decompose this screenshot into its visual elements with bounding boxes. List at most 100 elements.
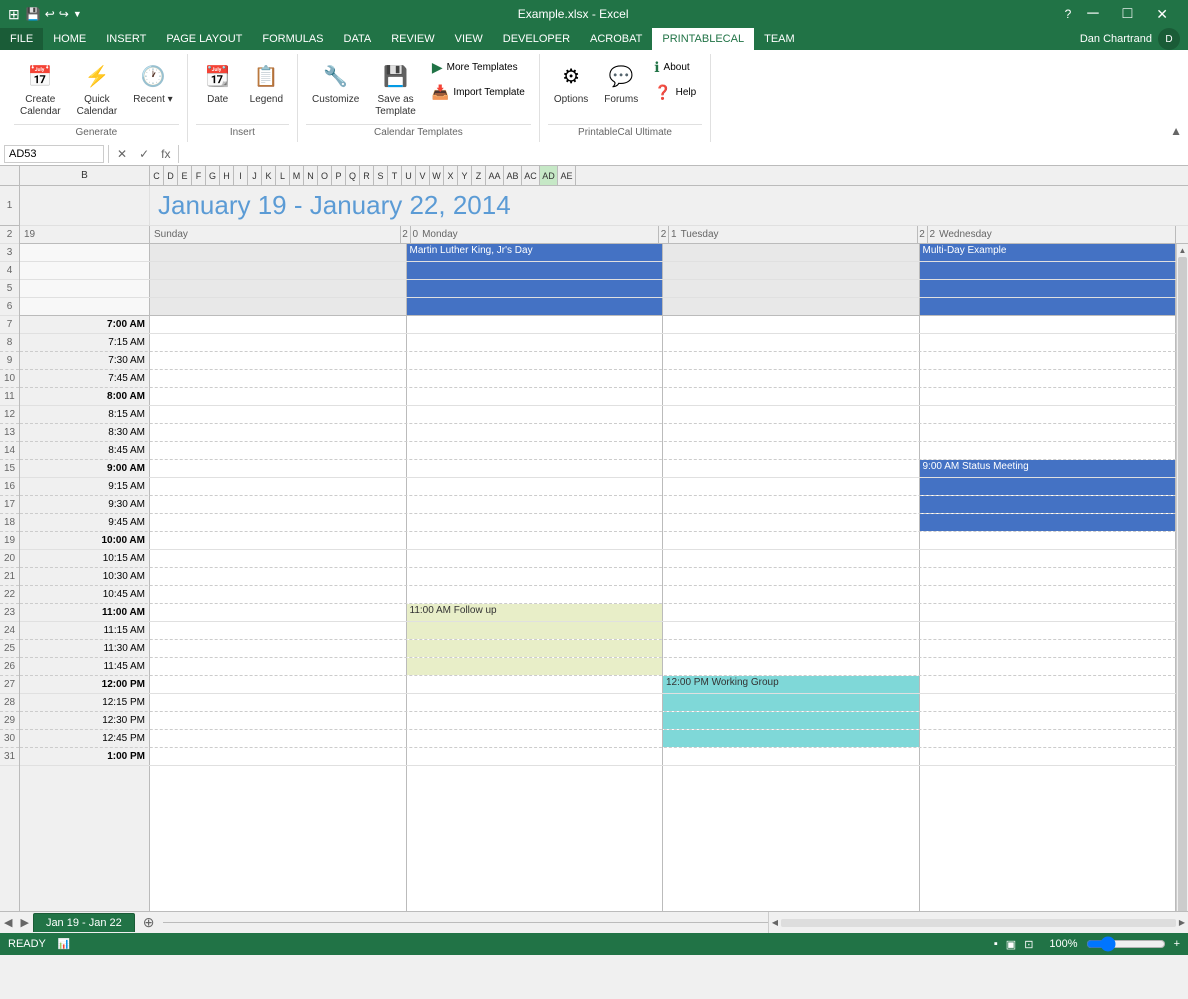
col-header-q[interactable]: Q <box>346 166 360 185</box>
save-as-template-button[interactable]: 💾 Save asTemplate <box>369 56 422 122</box>
tab-printablecal[interactable]: PRINTABLECAL <box>652 28 754 50</box>
col-header-f[interactable]: F <box>192 166 206 185</box>
title-row-spacer <box>20 186 150 225</box>
vertical-scrollbar[interactable]: ▲ ▼ <box>1176 244 1188 955</box>
more-templates-icon: ▶ <box>432 59 443 76</box>
col-header-c[interactable]: C <box>150 166 164 185</box>
zoom-slider[interactable] <box>1086 936 1166 952</box>
add-sheet-button[interactable]: ⊕ <box>135 912 163 933</box>
tab-acrobat[interactable]: ACROBAT <box>580 28 652 50</box>
col-header-o[interactable]: O <box>318 166 332 185</box>
tab-team[interactable]: TEAM <box>754 28 805 50</box>
tab-data[interactable]: DATA <box>334 28 382 50</box>
col-header-g[interactable]: G <box>206 166 220 185</box>
col-header-x[interactable]: X <box>444 166 458 185</box>
mon-cell-3-event[interactable]: Martin Luther King, Jr's Day <box>407 244 664 261</box>
scroll-up-button[interactable]: ▲ <box>1177 244 1188 256</box>
col-header-ab[interactable]: AB <box>504 166 522 185</box>
col-header-w[interactable]: W <box>430 166 444 185</box>
col-header-y[interactable]: Y <box>458 166 472 185</box>
zoom-in-button[interactable]: + <box>1174 938 1180 950</box>
scroll-thumb[interactable] <box>1178 257 1187 942</box>
sheet-tab-jan19-22[interactable]: Jan 19 - Jan 22 <box>33 913 135 932</box>
import-template-button[interactable]: 📥 Import Template <box>426 81 531 104</box>
tue-cell-8 <box>663 334 920 351</box>
col-header-r[interactable]: R <box>360 166 374 185</box>
tue-cell-12 <box>663 406 920 423</box>
tab-formulas[interactable]: FORMULAS <box>252 28 333 50</box>
col-header-k[interactable]: K <box>262 166 276 185</box>
scroll-left-button[interactable]: ◀ <box>769 917 781 929</box>
formula-input[interactable] <box>183 148 1184 160</box>
quick-calendar-button[interactable]: ⚡ QuickCalendar <box>71 56 124 122</box>
wed-cell-31 <box>920 748 1177 765</box>
col-header-s[interactable]: S <box>374 166 388 185</box>
tab-review[interactable]: REVIEW <box>381 28 444 50</box>
more-templates-button[interactable]: ▶ More Templates <box>426 56 531 79</box>
create-calendar-button[interactable]: 📅 CreateCalendar <box>14 56 67 122</box>
wed-cell-15-event[interactable]: 9:00 AM Status Meeting <box>920 460 1177 477</box>
date-button[interactable]: 📆 Date <box>196 56 240 110</box>
col-header-j[interactable]: J <box>248 166 262 185</box>
sheet-tabs-spacer <box>163 922 768 923</box>
col-header-ad[interactable]: AD <box>540 166 558 185</box>
day-header-tue: 1 Tuesday <box>669 226 918 243</box>
tab-view[interactable]: VIEW <box>445 28 493 50</box>
sheet-tab-nav-left[interactable]: ◀ <box>0 916 16 929</box>
minimize-button[interactable]: ─ <box>1075 0 1110 28</box>
page-layout-view-button[interactable]: ▣ <box>1006 938 1016 951</box>
about-button[interactable]: ℹ About <box>648 56 702 79</box>
mon-cell-23-event[interactable]: 11:00 AM Follow up <box>407 604 664 621</box>
enter-formula-button[interactable]: ✓ <box>135 147 153 161</box>
grid-row-6 <box>20 298 1176 316</box>
zoom-level: 100% <box>1049 938 1077 950</box>
close-button[interactable]: ✕ <box>1144 0 1180 28</box>
wed-cell-3-event[interactable]: Multi-Day Example <box>920 244 1177 261</box>
tab-home[interactable]: HOME <box>43 28 96 50</box>
cancel-formula-button[interactable]: ✕ <box>113 147 131 161</box>
sheet-tab-nav-right[interactable]: ▶ <box>16 916 32 929</box>
undo-icon[interactable]: ↩ <box>45 7 55 21</box>
col-header-n[interactable]: N <box>304 166 318 185</box>
help-ribbon-button[interactable]: ❓ Help <box>648 81 702 104</box>
col-header-t[interactable]: T <box>388 166 402 185</box>
restore-button[interactable]: □ <box>1111 0 1145 28</box>
col-header-b[interactable]: B <box>20 166 150 185</box>
customize-button[interactable]: 🔧 Customize <box>306 56 365 110</box>
time-label-31: 1:00 PM <box>20 748 150 765</box>
help-icon[interactable]: ? <box>1065 7 1072 21</box>
save-icon[interactable]: 💾 <box>26 7 41 21</box>
col-header-aa[interactable]: AA <box>486 166 504 185</box>
col-header-z[interactable]: Z <box>472 166 486 185</box>
col-header-u[interactable]: U <box>402 166 416 185</box>
col-header-m[interactable]: M <box>290 166 304 185</box>
ribbon-collapse-button[interactable]: ▲ <box>1170 124 1182 138</box>
scroll-right-button[interactable]: ▶ <box>1176 917 1188 929</box>
h-scroll-thumb[interactable] <box>781 919 1176 927</box>
tue-cell-27-event[interactable]: 12:00 PM Working Group <box>663 676 920 693</box>
customize-qat-icon[interactable]: ▼ <box>73 9 82 19</box>
tab-file[interactable]: FILE <box>0 28 43 50</box>
cell-reference-box[interactable]: AD53 <box>4 145 104 163</box>
tab-insert[interactable]: INSERT <box>96 28 156 50</box>
col-header-e[interactable]: E <box>178 166 192 185</box>
time-cell-4 <box>20 262 150 279</box>
forums-button[interactable]: 💬 Forums <box>598 56 644 110</box>
col-header-p[interactable]: P <box>332 166 346 185</box>
options-button[interactable]: ⚙ Options <box>548 56 594 110</box>
legend-button[interactable]: 📋 Legend <box>244 56 289 110</box>
col-header-h[interactable]: H <box>220 166 234 185</box>
tab-page-layout[interactable]: PAGE LAYOUT <box>156 28 252 50</box>
tab-developer[interactable]: DEVELOPER <box>493 28 580 50</box>
page-break-view-button[interactable]: ⊡ <box>1024 938 1033 951</box>
recent-button[interactable]: 🕐 Recent ▾ <box>127 56 178 110</box>
col-header-i[interactable]: I <box>234 166 248 185</box>
col-header-v[interactable]: V <box>416 166 430 185</box>
normal-view-button[interactable]: ▪ <box>994 938 998 950</box>
col-header-d[interactable]: D <box>164 166 178 185</box>
col-header-ac[interactable]: AC <box>522 166 540 185</box>
col-header-ae[interactable]: AE <box>558 166 576 185</box>
insert-function-button[interactable]: fx <box>157 147 174 161</box>
redo-icon[interactable]: ↪ <box>59 7 69 21</box>
col-header-l[interactable]: L <box>276 166 290 185</box>
